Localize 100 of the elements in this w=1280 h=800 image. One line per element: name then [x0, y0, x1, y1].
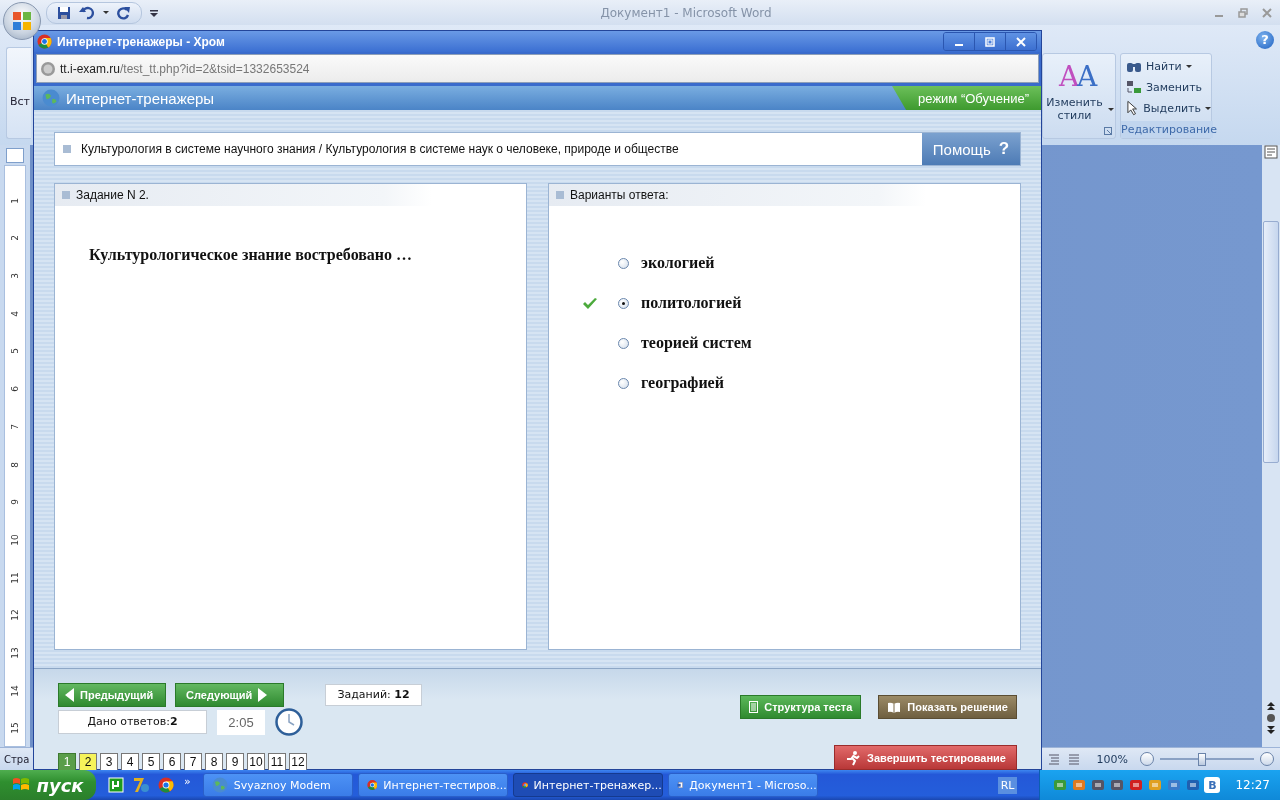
- outline-view-icon[interactable]: [1046, 752, 1061, 766]
- tray-icon[interactable]: [1128, 777, 1145, 793]
- page-number[interactable]: 2: [79, 753, 97, 771]
- answer-option[interactable]: географией: [641, 374, 724, 392]
- ruler-number: 12: [10, 609, 20, 621]
- radio-button[interactable]: [618, 297, 629, 309]
- zoom-in-button[interactable]: [1260, 752, 1274, 766]
- next-page-icon[interactable]: [1266, 725, 1276, 735]
- panel-heading: Варианты ответа:: [570, 188, 669, 202]
- tray-icon[interactable]: [1109, 777, 1126, 793]
- globe-icon: [42, 89, 60, 107]
- browser-icon: [366, 777, 378, 793]
- page-number[interactable]: 7: [184, 753, 202, 771]
- change-styles-button[interactable]: Изменить стили: [1044, 96, 1105, 122]
- zoom-level[interactable]: 100%: [1096, 752, 1128, 766]
- more-button[interactable]: »: [184, 774, 191, 788]
- question-text: Культурологическое знание востребовано …: [88, 245, 414, 266]
- ruler-number: 14: [10, 684, 20, 697]
- timer: 2:05: [217, 709, 265, 735]
- ruler-number: 11: [10, 571, 20, 584]
- close-button[interactable]: [1005, 33, 1036, 50]
- page-number[interactable]: 5: [142, 753, 160, 771]
- ruler-number: 6: [10, 386, 20, 392]
- book-icon: [887, 701, 902, 713]
- page-number[interactable]: 8: [205, 753, 223, 771]
- page-number[interactable]: 10: [247, 753, 265, 771]
- ribbon-command[interactable]: Найти: [1126, 58, 1211, 74]
- clock: 12:27: [1235, 778, 1270, 792]
- ribbon-command[interactable]: Заменить: [1126, 79, 1211, 95]
- tray-icon[interactable]: [1185, 777, 1202, 793]
- tray-icon[interactable]: [1071, 777, 1088, 793]
- browser-icon: [37, 34, 52, 49]
- window-title: Документ1 - Microsoft Word: [599, 5, 773, 20]
- window-title: Интернет-тренажеры - Хром: [57, 34, 225, 49]
- taskbar-button[interactable]: Интернет-тренажер...: [512, 773, 663, 797]
- page-number[interactable]: 3: [100, 753, 118, 771]
- tray-icon[interactable]: [1090, 777, 1107, 793]
- radio-button[interactable]: [618, 377, 629, 389]
- app-icon[interactable]: [132, 776, 150, 794]
- browser-icon: [158, 777, 174, 793]
- redo-icon[interactable]: [117, 5, 131, 20]
- url-text: tt.i-exam.ru/test_tt.php?id=2&tsid=1332653524: [60, 61, 310, 76]
- ribbon-command[interactable]: Выделить: [1126, 100, 1211, 116]
- taskbar-button[interactable]: Интернет-тестиров...: [357, 773, 508, 797]
- answer-option[interactable]: экологией: [641, 254, 715, 272]
- ruler-number: 15: [10, 722, 20, 735]
- tray-icon[interactable]: [1147, 777, 1164, 793]
- slider-thumb[interactable]: [1198, 752, 1207, 766]
- undo-icon[interactable]: [79, 5, 95, 20]
- task-count: Заданий: 12: [325, 684, 422, 706]
- maximize-button[interactable]: [974, 33, 1005, 50]
- action-button[interactable]: Завершить тестирование: [834, 745, 1017, 770]
- ruler-number: 8: [10, 461, 20, 468]
- tab-selector[interactable]: [6, 148, 24, 163]
- taskbar-button[interactable]: Документ1 - Microso...: [667, 773, 818, 797]
- close-icon[interactable]: [1262, 7, 1272, 18]
- ruler-number: 9: [10, 499, 20, 506]
- tray-icon[interactable]: В: [1204, 777, 1221, 793]
- tray-icon[interactable]: [1052, 777, 1069, 793]
- page-number[interactable]: 6: [163, 753, 181, 771]
- page-number[interactable]: 12: [289, 753, 307, 771]
- dialog-launcher-icon[interactable]: [1104, 127, 1112, 135]
- running-figure-icon: [845, 749, 862, 766]
- scrollbar[interactable]: [1262, 145, 1280, 747]
- browse-object-icon[interactable]: [1266, 713, 1276, 723]
- styles-icon: AA: [1057, 60, 1101, 96]
- page-number[interactable]: 11: [268, 753, 286, 771]
- bullet-icon: [62, 191, 70, 199]
- customize-icon[interactable]: [150, 8, 158, 17]
- ruler-number: 4: [10, 310, 20, 317]
- windows-flag-icon: [12, 777, 31, 793]
- ruler-number: 13: [10, 647, 20, 659]
- minimize-button[interactable]: [944, 33, 974, 50]
- ruler-number: 2: [10, 235, 20, 242]
- ribbon-button[interactable]: Вст: [6, 47, 31, 139]
- previous-page-icon[interactable]: [1266, 701, 1276, 711]
- draft-view-icon[interactable]: [1066, 752, 1081, 766]
- taskbar-button[interactable]: Svyaznoy Modem: [202, 773, 353, 797]
- radio-button[interactable]: [618, 257, 629, 269]
- start-button[interactable]: пуск: [0, 770, 96, 800]
- tray-icon[interactable]: [1166, 777, 1183, 793]
- office-button[interactable]: [3, 2, 41, 40]
- ruler-number: 1: [10, 197, 20, 204]
- answer-option[interactable]: теорией систем: [641, 334, 752, 352]
- restore-icon[interactable]: [1238, 7, 1248, 18]
- page-number[interactable]: 4: [121, 753, 139, 771]
- bullet-icon: [63, 145, 71, 153]
- page-number[interactable]: 9: [226, 753, 244, 771]
- ruler-toggle-icon[interactable]: [1264, 145, 1278, 159]
- ruler-number: 7: [10, 423, 20, 430]
- radio-button[interactable]: [618, 337, 629, 349]
- maximize-icon: [985, 36, 995, 47]
- app-icon[interactable]: [108, 777, 124, 793]
- mode-label: режим “Обучение”: [892, 86, 1041, 110]
- address-bar[interactable]: tt.i-exam.ru/test_tt.php?id=2&tsid=1332653524: [36, 54, 1039, 83]
- answer-option[interactable]: политологией: [641, 294, 742, 312]
- list-icon: [749, 701, 759, 713]
- action-button[interactable]: Показать решение: [878, 695, 1017, 719]
- save-icon[interactable]: [57, 5, 71, 20]
- zoom-out-button[interactable]: [1140, 752, 1154, 766]
